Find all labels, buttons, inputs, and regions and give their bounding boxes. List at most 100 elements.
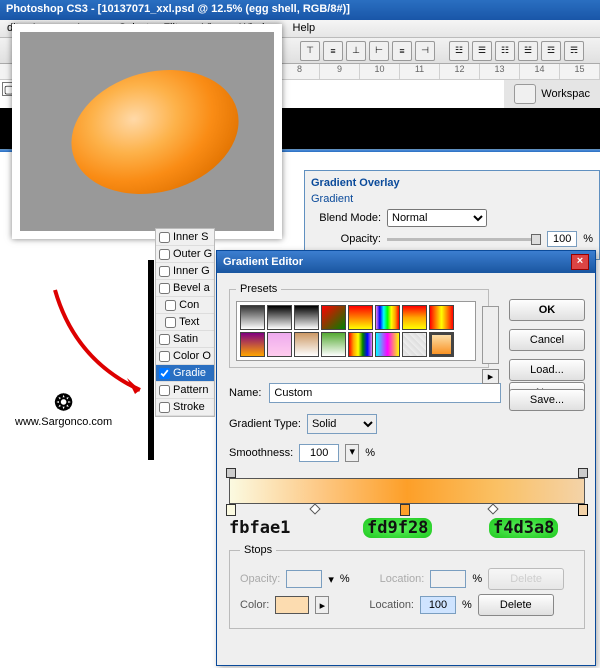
opacity-label: Opacity: bbox=[311, 233, 381, 245]
preview-canvas bbox=[20, 32, 274, 231]
preset-menu-icon[interactable]: ▸ bbox=[482, 369, 499, 384]
close-icon[interactable]: × bbox=[571, 254, 589, 270]
preset-swatch[interactable] bbox=[429, 305, 454, 330]
align-left-icon[interactable]: ⊢ bbox=[369, 41, 389, 61]
smoothness-input[interactable] bbox=[299, 444, 339, 462]
save-button[interactable]: Save... bbox=[509, 389, 585, 411]
color-swatch[interactable] bbox=[275, 596, 309, 614]
checkbox[interactable] bbox=[159, 249, 170, 260]
style-bevel[interactable]: Bevel a bbox=[156, 280, 214, 297]
pct: % bbox=[340, 573, 350, 585]
style-satin[interactable]: Satin bbox=[156, 331, 214, 348]
checkbox[interactable] bbox=[159, 368, 170, 379]
menu-help[interactable]: Help bbox=[286, 20, 323, 37]
preset-swatch[interactable] bbox=[294, 305, 319, 330]
cancel-button[interactable]: Cancel bbox=[509, 329, 585, 351]
preset-swatch[interactable] bbox=[402, 332, 427, 357]
opacity-slider[interactable] bbox=[387, 238, 541, 241]
checkbox[interactable] bbox=[159, 402, 170, 413]
panel-heading: Gradient Overlay bbox=[311, 177, 593, 189]
gradient-preview-bar[interactable] bbox=[229, 478, 585, 504]
dist-left-icon[interactable]: ☱ bbox=[518, 41, 538, 61]
checkbox[interactable] bbox=[159, 334, 170, 345]
opacity-value[interactable] bbox=[547, 231, 577, 247]
align-top-icon[interactable]: ⊤ bbox=[300, 41, 320, 61]
style-color-overlay[interactable]: Color O bbox=[156, 348, 214, 365]
pct: % bbox=[472, 573, 482, 585]
stop-location-label: Location: bbox=[380, 573, 425, 585]
stop-opacity-input bbox=[286, 570, 322, 588]
stops-group: Stops Opacity: ▾ % Location: % Delete Co… bbox=[229, 544, 585, 629]
workspace-label[interactable]: Workspac bbox=[541, 88, 590, 100]
gradient-type-label: Gradient Type: bbox=[229, 418, 301, 430]
checkbox[interactable] bbox=[159, 266, 170, 277]
hex-code-1: fbfae1 bbox=[229, 518, 290, 538]
ok-button[interactable]: OK bbox=[509, 299, 585, 321]
preset-swatch[interactable] bbox=[402, 305, 427, 330]
dist-h-icon[interactable]: ☲ bbox=[541, 41, 561, 61]
preset-swatch[interactable] bbox=[348, 305, 373, 330]
preset-swatch[interactable] bbox=[321, 305, 346, 330]
style-gradient-overlay[interactable]: Gradie bbox=[156, 365, 214, 382]
checkbox[interactable] bbox=[159, 351, 170, 362]
load-button[interactable]: Load... bbox=[509, 359, 585, 381]
dist-bottom-icon[interactable]: ☷ bbox=[495, 41, 515, 61]
checkbox[interactable] bbox=[159, 232, 170, 243]
slider-thumb-icon[interactable] bbox=[531, 234, 541, 245]
stop-color-label: Color: bbox=[240, 599, 269, 611]
checkbox[interactable] bbox=[159, 283, 170, 294]
checkbox[interactable] bbox=[159, 385, 170, 396]
checkbox[interactable] bbox=[165, 317, 176, 328]
dist-top-icon[interactable]: ☳ bbox=[449, 41, 469, 61]
ruler-tick: 8 bbox=[280, 64, 320, 79]
preset-swatch[interactable] bbox=[321, 332, 346, 357]
align-right-icon[interactable]: ⊣ bbox=[415, 41, 435, 61]
preset-scrollbar[interactable] bbox=[482, 306, 499, 364]
align-bottom-icon[interactable]: ⊥ bbox=[346, 41, 366, 61]
style-pattern-overlay[interactable]: Pattern bbox=[156, 382, 214, 399]
dialog-titlebar[interactable]: Gradient Editor × bbox=[217, 251, 595, 273]
style-inner-shadow[interactable]: Inner S bbox=[156, 229, 214, 246]
checkbox[interactable] bbox=[165, 300, 176, 311]
preset-swatch[interactable] bbox=[267, 332, 292, 357]
dropdown-icon[interactable]: ▾ bbox=[345, 444, 359, 462]
color-stop-3[interactable] bbox=[578, 504, 588, 516]
color-stop-1[interactable] bbox=[226, 504, 236, 516]
preset-swatch[interactable] bbox=[348, 332, 373, 357]
pct: % bbox=[365, 447, 375, 459]
style-stroke[interactable]: Stroke bbox=[156, 399, 214, 416]
preset-swatch[interactable] bbox=[240, 305, 265, 330]
opacity-stop-left[interactable] bbox=[226, 468, 236, 478]
align-hcenter-icon[interactable]: ≡ bbox=[392, 41, 412, 61]
stops-legend: Stops bbox=[240, 544, 276, 556]
preset-swatch[interactable] bbox=[375, 305, 400, 330]
preset-grid bbox=[236, 301, 476, 361]
color-stop-2[interactable] bbox=[400, 504, 410, 516]
gradient-type-select[interactable]: Solid bbox=[307, 414, 377, 434]
egg-shape-icon bbox=[57, 52, 252, 212]
dist-right-icon[interactable]: ☴ bbox=[564, 41, 584, 61]
blendmode-select[interactable]: Normal bbox=[387, 209, 487, 227]
name-input[interactable] bbox=[269, 383, 501, 403]
style-outer-glow[interactable]: Outer G bbox=[156, 246, 214, 263]
dropdown-icon[interactable]: ▸ bbox=[315, 596, 329, 614]
preset-swatch[interactable] bbox=[375, 332, 400, 357]
preset-swatch-selected[interactable] bbox=[429, 332, 454, 357]
opacity-stop-right[interactable] bbox=[578, 468, 588, 478]
style-contour[interactable]: Con bbox=[156, 297, 214, 314]
midpoint-1[interactable] bbox=[309, 503, 320, 514]
preset-swatch[interactable] bbox=[294, 332, 319, 357]
preset-swatch[interactable] bbox=[267, 305, 292, 330]
stop-location2-input[interactable] bbox=[420, 596, 456, 614]
align-vmid-icon[interactable]: ≡ bbox=[323, 41, 343, 61]
preview-thumbnail bbox=[12, 24, 282, 239]
delete-color-stop-button[interactable]: Delete bbox=[478, 594, 554, 616]
ruler-tick: 15 bbox=[560, 64, 600, 79]
panel-button-icon[interactable] bbox=[514, 84, 536, 104]
style-inner-glow[interactable]: Inner G bbox=[156, 263, 214, 280]
preset-swatch[interactable] bbox=[240, 332, 265, 357]
midpoint-2[interactable] bbox=[487, 503, 498, 514]
dist-v-icon[interactable]: ☰ bbox=[472, 41, 492, 61]
style-texture[interactable]: Text bbox=[156, 314, 214, 331]
pct-label: % bbox=[583, 233, 593, 245]
